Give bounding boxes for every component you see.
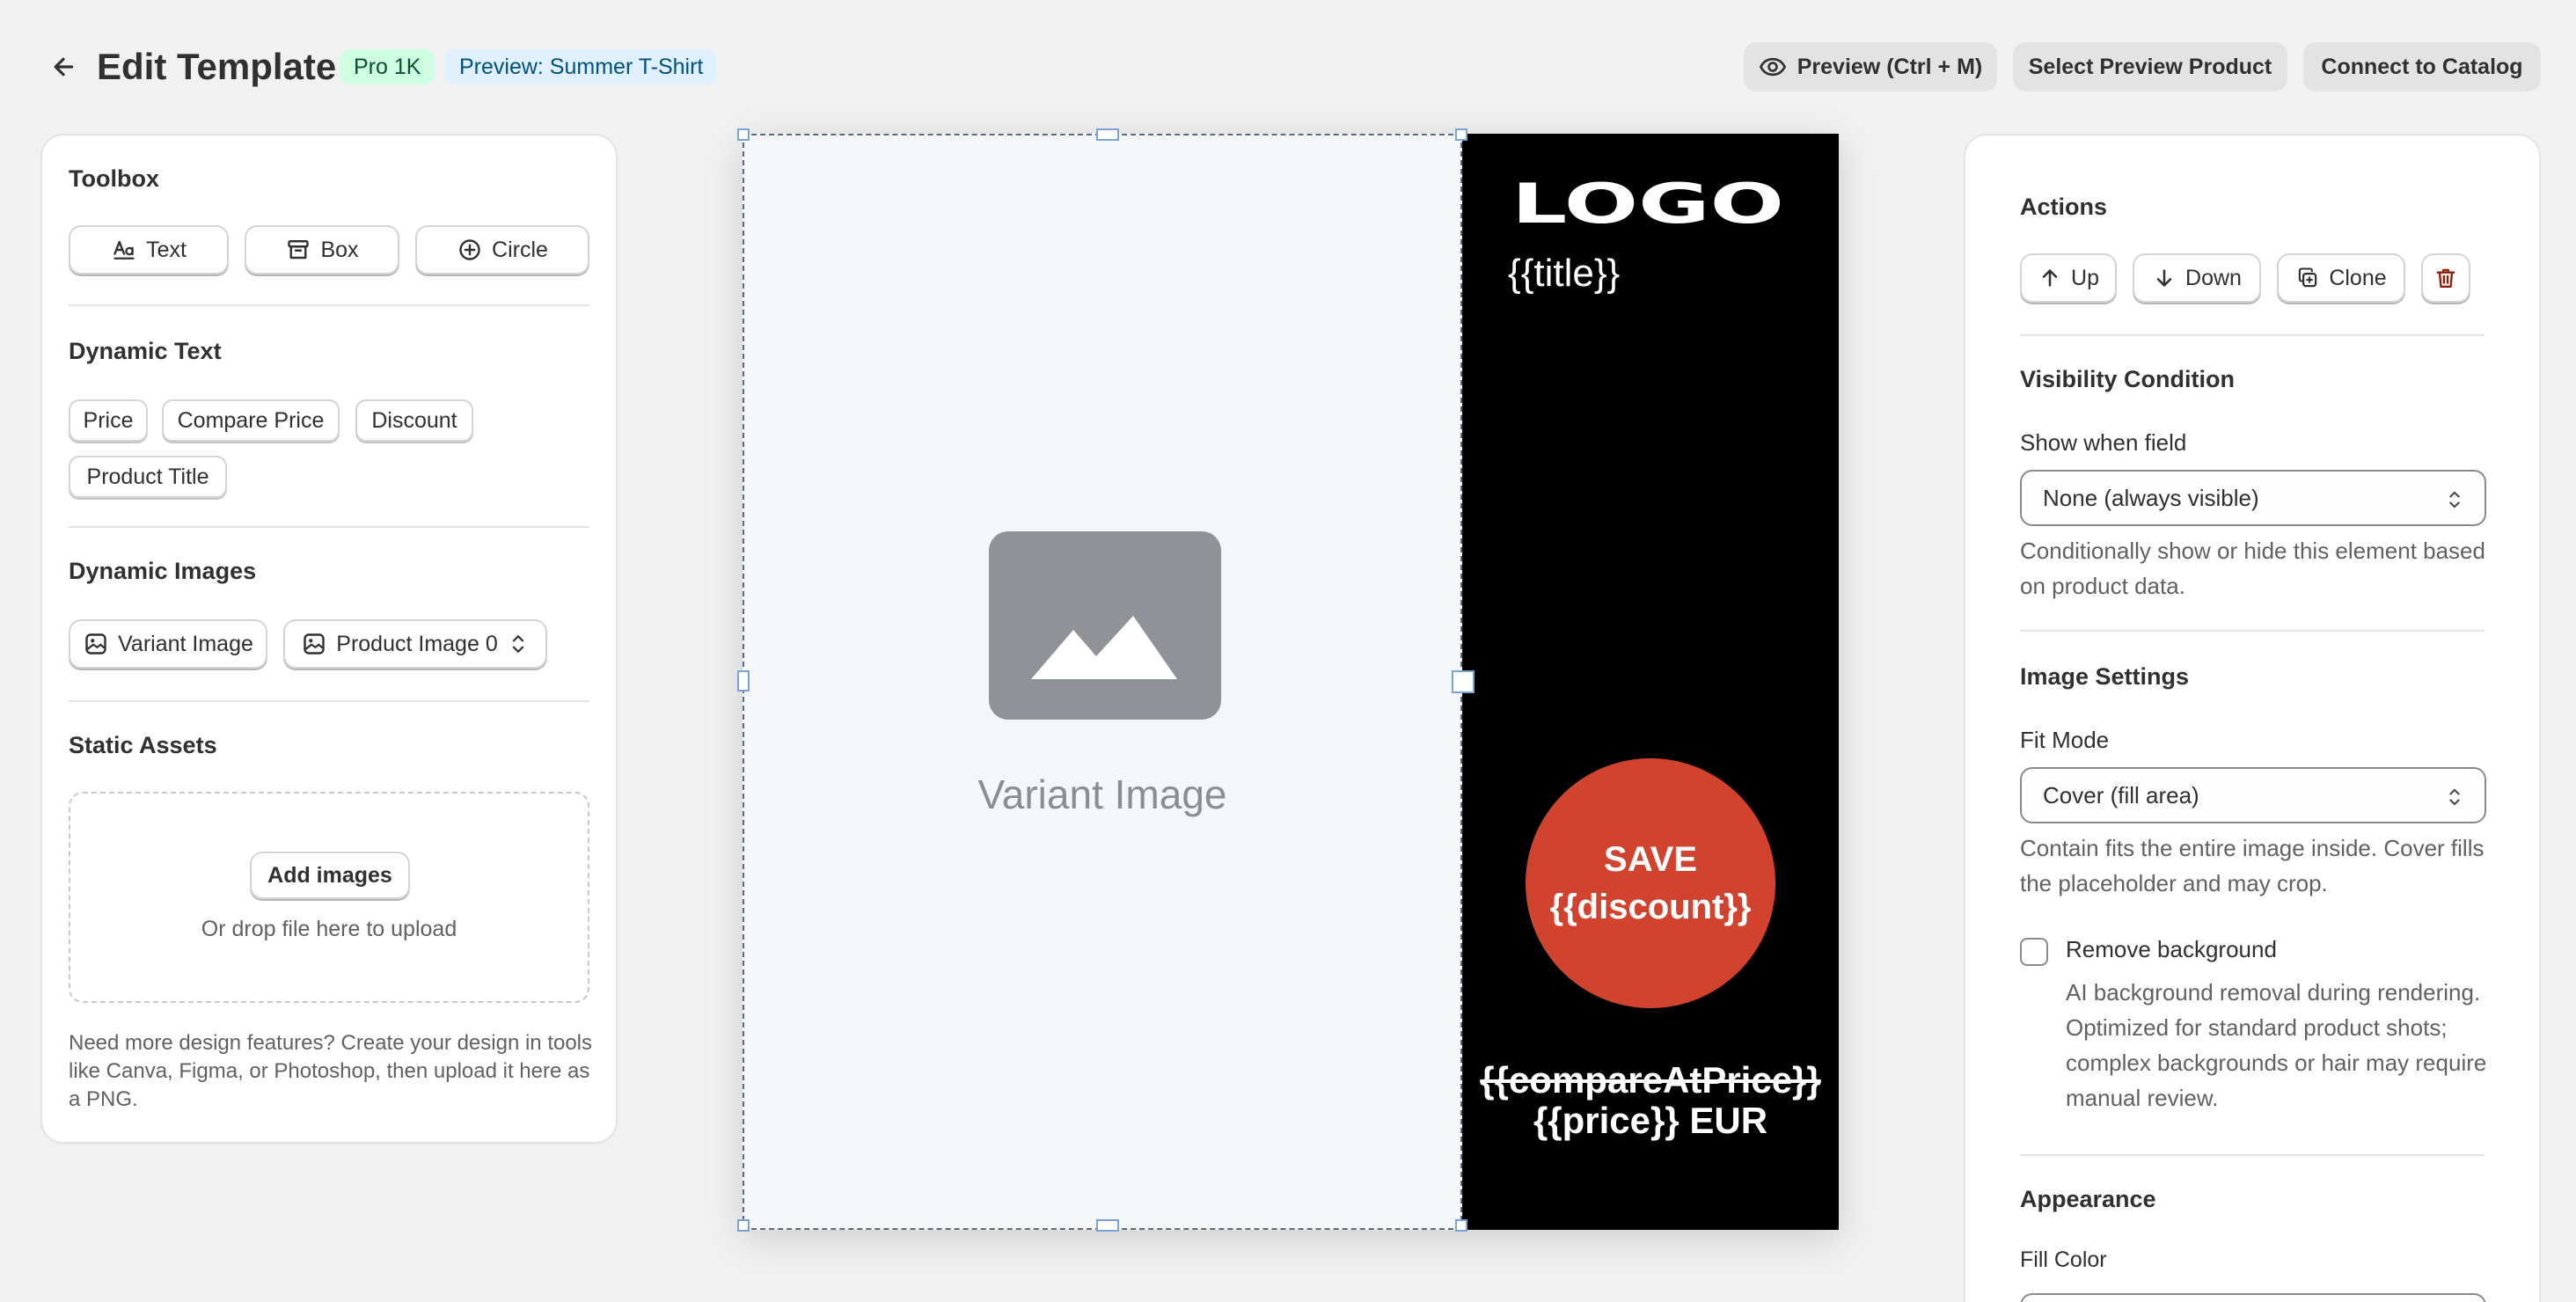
add-text-button[interactable]: Text [69,225,229,274]
remove-background-checkbox[interactable] [2020,938,2048,966]
arrow-left-icon [54,57,74,77]
fill-color-label: Fill Color [2020,1247,2107,1272]
show-when-field-label: Show when field [2020,429,2187,456]
add-box-label: Box [320,237,359,262]
divider [2020,334,2485,336]
resize-handle-left[interactable] [737,670,750,691]
image-placeholder-icon [989,531,1221,720]
eye-icon [1759,57,1786,77]
preview-button-label: Preview (Ctrl + M) [1797,54,1983,79]
resize-handle-right[interactable] [1452,670,1475,693]
resize-handle-bottom[interactable] [1096,1219,1119,1232]
back-button[interactable] [46,49,81,84]
divider [2020,1154,2485,1156]
preview-product-badge: Preview: Summer T-Shirt [445,49,718,84]
actions-title: Actions [2020,194,2108,220]
visibility-description: Conditionally show or hide this element … [2020,538,2485,599]
fit-mode-description: Contain fits the entire image inside. Co… [2020,835,2485,896]
drop-hint: Or drop file here to upload [201,917,457,941]
discount-circle[interactable]: SAVE {{discount}} [1526,758,1775,1008]
add-text-label: Text [146,237,187,262]
product-image-select[interactable]: Product Image 0 [283,619,547,669]
preview-button[interactable]: Preview (Ctrl + M) [1744,42,1997,91]
chip-price[interactable]: Price [69,399,148,442]
fit-mode-select-value: Cover (fill area) [2043,781,2199,808]
price-text[interactable]: {{price}} EUR [1462,1100,1839,1142]
image-icon [304,633,325,655]
add-box-button[interactable]: Box [245,225,399,274]
trash-icon [2436,268,2455,288]
title-placeholder-text[interactable]: {{title}} [1508,252,1620,296]
page-header: Edit Template Pro 1K Preview: Summer T-S… [0,0,2576,132]
visibility-condition-title: Visibility Condition [2020,366,2236,392]
toolbox-title: Toolbox [69,165,159,192]
select-preview-product-button[interactable]: Select Preview Product [2013,42,2287,91]
circle-plus-icon [459,239,480,260]
divider [2020,630,2485,632]
compare-price-text[interactable]: {{compareAtPrice}} [1462,1059,1839,1101]
resize-handle-top[interactable] [1096,128,1119,141]
arrow-down-icon [2156,269,2172,287]
delete-button[interactable] [2421,253,2470,303]
chevron-up-down-icon [2449,491,2460,508]
appearance-title: Appearance [2020,1186,2156,1212]
chevron-up-down-icon [512,635,523,653]
variant-image-label: Variant Image [118,631,253,656]
resize-handle-bottom-left[interactable] [737,1219,750,1232]
visibility-field-select-value: None (always visible) [2043,484,2259,511]
chevron-up-down-icon [2449,788,2460,806]
clone-label: Clone [2329,265,2387,290]
divider [69,304,589,306]
box-icon [288,240,310,260]
logo-image[interactable]: LOGO [1511,179,1793,229]
visibility-field-select[interactable]: None (always visible) [2020,470,2486,526]
properties-panel: Actions Up Down Clone Visibility Conditi… [1965,135,2539,1302]
discount-placeholder-text: {{discount}} [1549,888,1752,926]
add-images-button[interactable]: Add images [250,852,410,899]
file-dropzone[interactable]: Add images Or drop file here to upload [69,792,589,1003]
move-up-label: Up [2071,265,2099,290]
variant-image-placeholder-label: Variant Image [977,772,1227,817]
static-assets-title: Static Assets [69,732,217,758]
resize-handle-top-left[interactable] [737,128,750,141]
save-text: SAVE [1604,840,1697,879]
product-image-select-value: Product Image 0 [336,631,498,656]
arrow-up-icon [2042,269,2058,287]
plan-badge: Pro 1K [340,49,435,84]
chip-product-title[interactable]: Product Title [69,456,227,498]
logo-text: LOGO [1511,179,1784,229]
fit-mode-label: Fit Mode [2020,727,2110,753]
image-settings-title: Image Settings [2020,663,2190,690]
move-up-button[interactable]: Up [2020,253,2117,303]
variant-image-element[interactable]: Variant Image [743,134,1462,1230]
duplicate-icon [2299,267,2317,288]
dynamic-text-title: Dynamic Text [69,338,222,364]
divider [69,700,589,702]
fill-color-input[interactable] [2020,1293,2486,1302]
chip-compare-price[interactable]: Compare Price [162,399,340,442]
add-circle-label: Circle [492,237,548,262]
resize-handle-top-right[interactable] [1455,128,1467,141]
remove-background-description: AI background removal during rendering. … [2066,979,2487,1111]
page-title: Edit Template [97,46,337,87]
dynamic-images-title: Dynamic Images [69,558,257,584]
resize-handle-bottom-right[interactable] [1455,1219,1467,1232]
text-format-icon [113,240,135,260]
divider [69,526,589,528]
fit-mode-select[interactable]: Cover (fill area) [2020,767,2486,823]
template-canvas[interactable]: Variant Image LOGO {{title}} SAVE {{disc… [737,128,1839,1232]
toolbox-panel: Toolbox Text Box Circle Dynamic Text Pri… [42,135,616,1142]
chip-discount[interactable]: Discount [355,399,473,442]
image-icon [85,633,106,655]
connect-to-catalog-button[interactable]: Connect to Catalog [2303,42,2541,91]
add-variant-image-button[interactable]: Variant Image [69,619,267,669]
add-circle-button[interactable]: Circle [415,225,589,274]
move-down-label: Down [2185,265,2242,290]
design-help-text: Need more design features? Create your d… [69,1031,593,1111]
remove-background-label[interactable]: Remove background [2066,936,2277,963]
move-down-button[interactable]: Down [2133,253,2261,303]
clone-button[interactable]: Clone [2277,253,2405,303]
